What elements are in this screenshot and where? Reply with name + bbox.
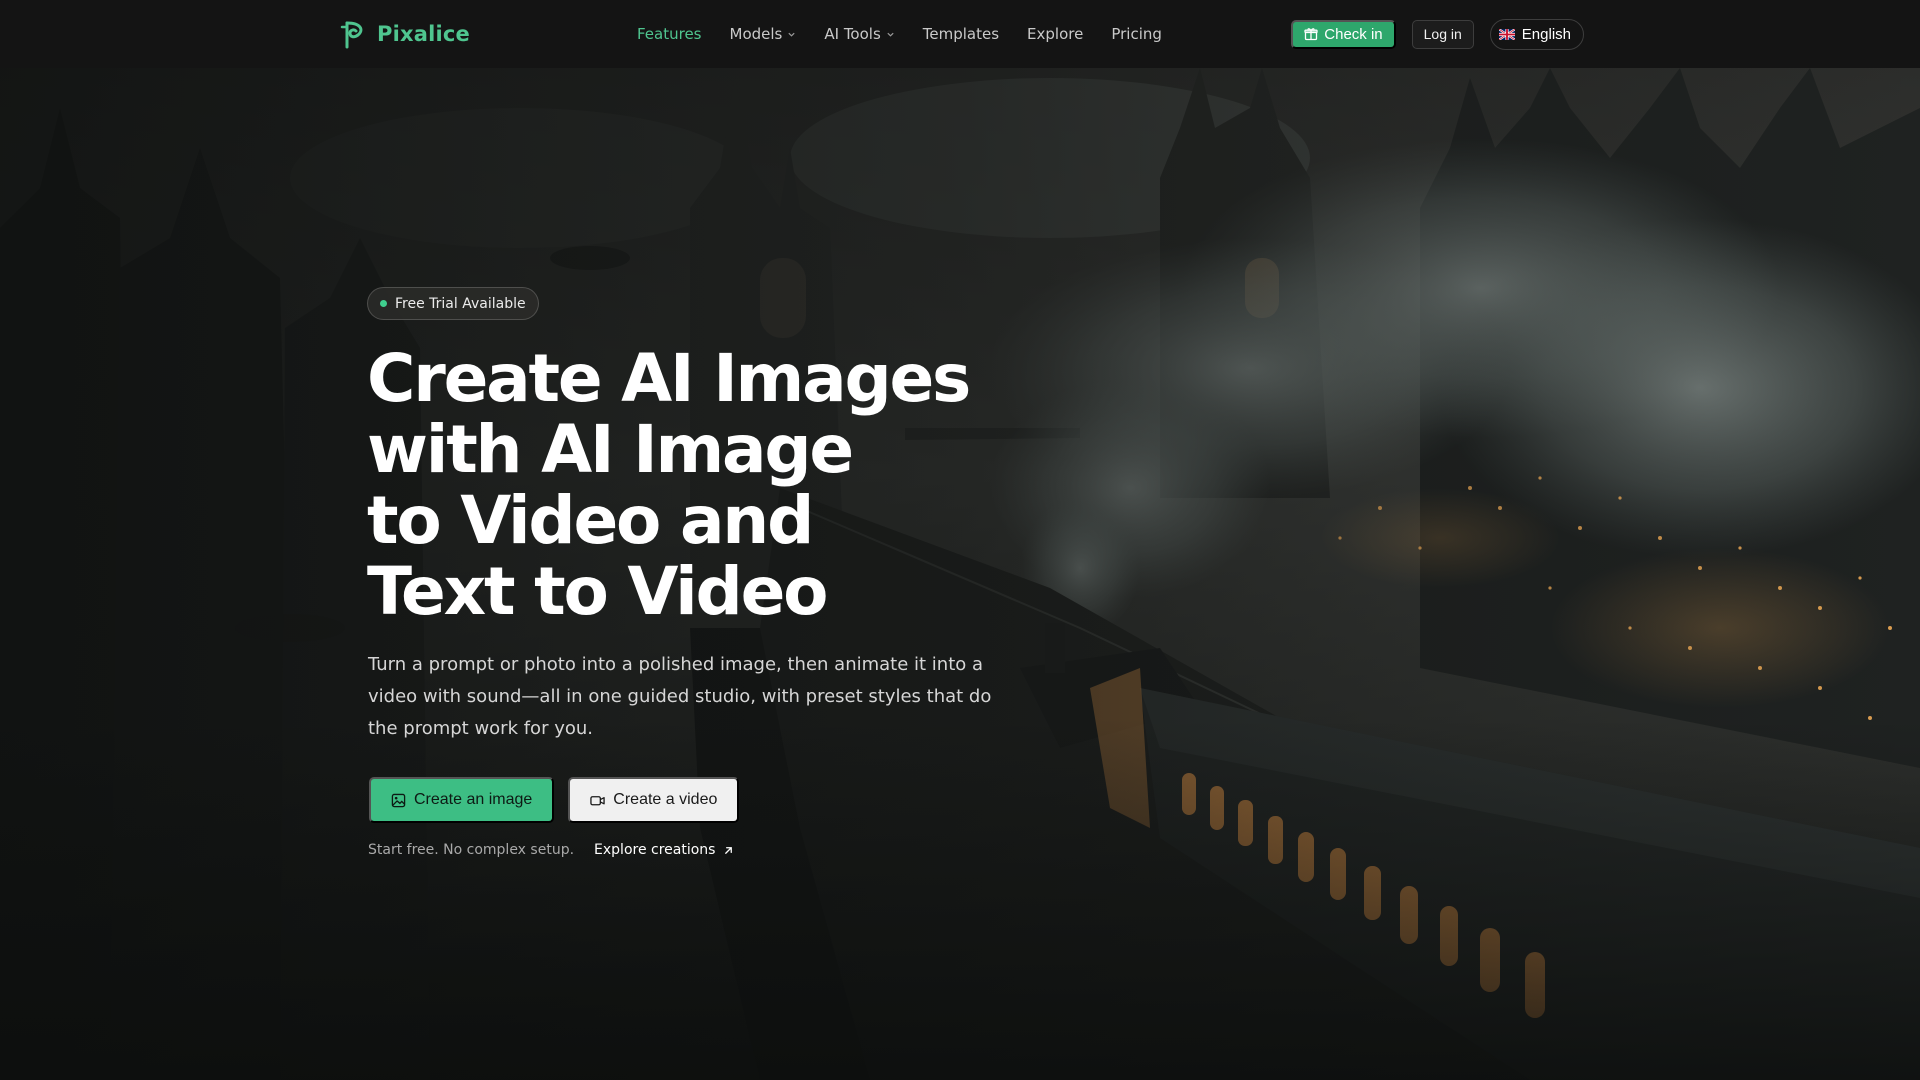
nav-templates[interactable]: Templates <box>923 25 999 43</box>
nav-actions: Check in Log in English <box>1291 18 1584 50</box>
nav-ai-tools-label: AI Tools <box>824 25 881 43</box>
start-free-note: Start free. No complex setup. <box>368 842 575 858</box>
nav-models-label: Models <box>729 25 783 43</box>
nav-features-label: Features <box>637 25 702 43</box>
brand-name: Pixalice <box>377 22 470 46</box>
nav-features[interactable]: Features <box>637 25 702 43</box>
nav-pricing-label: Pricing <box>1111 25 1162 43</box>
hero-description: Turn a prompt or photo into a polished i… <box>368 654 992 739</box>
video-camera-icon <box>590 795 606 805</box>
chevron-down-icon <box>788 32 795 37</box>
create-image-label: Create an image <box>414 791 533 808</box>
log-in-button[interactable]: Log in <box>1411 19 1474 49</box>
nav-ai-tools-dropdown[interactable]: AI Tools <box>824 25 894 43</box>
free-trial-label: Free Trial Available <box>395 295 526 312</box>
check-in-label: Check in <box>1324 25 1383 43</box>
explore-creations-label: Explore creations <box>594 842 716 858</box>
nav-templates-label: Templates <box>922 25 1000 43</box>
check-in-button[interactable]: Check in <box>1291 19 1396 49</box>
hero-footnote-row: Start free. No complex setup. Explore cr… <box>368 840 734 860</box>
chevron-down-icon <box>887 32 894 37</box>
create-video-button[interactable]: Create a video <box>568 777 740 823</box>
headline-line-4: Text to Video <box>367 553 828 630</box>
arrow-up-right-icon <box>725 846 733 854</box>
nav-models-dropdown[interactable]: Models <box>730 25 797 43</box>
status-dot <box>380 300 387 307</box>
create-image-button[interactable]: Create an image <box>369 777 555 823</box>
main-nav: Features Models AI Tools Templates Explo… <box>637 22 1162 46</box>
headline-line-1: Create AI Images <box>367 340 971 417</box>
top-navbar: Pixalice Features Models AI Tools Templa… <box>0 0 1920 68</box>
log-in-label: Log in <box>1423 26 1462 42</box>
free-trial-badge: Free Trial Available <box>367 287 539 320</box>
uk-flag-icon <box>1498 28 1515 40</box>
image-icon <box>391 793 406 807</box>
headline-line-2: with AI Image <box>367 411 854 488</box>
language-selector[interactable]: English <box>1489 18 1584 50</box>
nav-pricing[interactable]: Pricing <box>1111 25 1162 43</box>
hero-headline: Create AI Images with AI Image to Video … <box>367 343 1067 627</box>
gift-icon <box>1304 28 1318 41</box>
language-label: English <box>1521 25 1571 43</box>
headline-line-3: to Video and <box>367 482 814 559</box>
create-video-label: Create a video <box>613 791 718 808</box>
explore-creations-link[interactable]: Explore creations <box>594 842 734 858</box>
hero-cta-row: Create an image Create a video <box>369 777 740 823</box>
nav-explore-label: Explore <box>1027 25 1084 43</box>
nav-explore[interactable]: Explore <box>1027 25 1083 43</box>
hero-section: Free Trial Available Create AI Images wi… <box>0 68 1920 1080</box>
pixalice-logo-icon <box>340 21 363 49</box>
brand-logo-link[interactable]: Pixalice <box>339 18 470 50</box>
